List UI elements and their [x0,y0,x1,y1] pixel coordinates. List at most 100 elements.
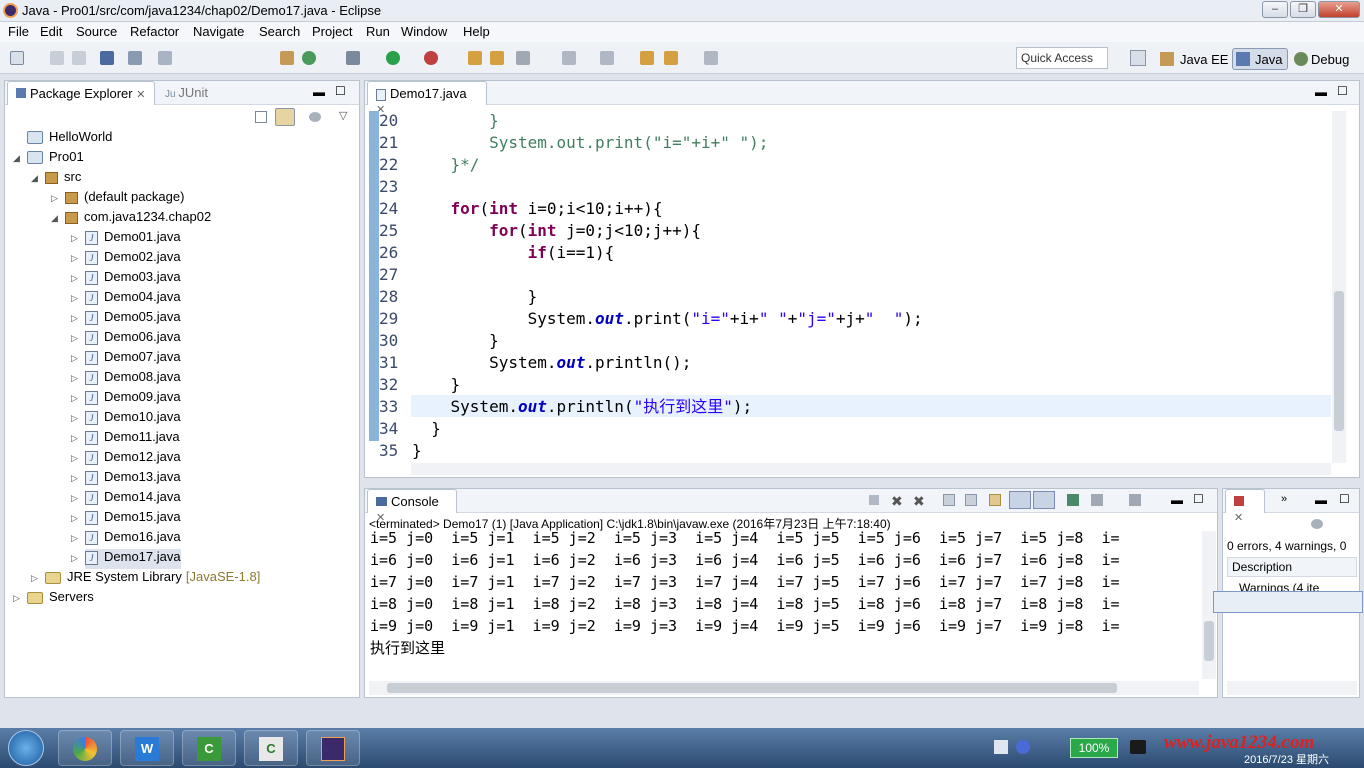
back-icon[interactable] [664,51,678,65]
editor-horizontal-scrollbar[interactable] [411,463,1331,475]
tree-item[interactable]: ▷ Servers [13,589,94,609]
tree-item[interactable]: ▷ J Demo02.java [71,249,181,269]
tree-item[interactable]: ▷ J Demo07.java [71,349,181,369]
expand-toggle-icon[interactable]: ▷ [71,313,78,324]
expand-toggle-icon[interactable]: ▷ [71,293,78,304]
last-edit-icon[interactable] [640,51,654,65]
close-button[interactable]: ✕ [1318,1,1360,18]
scrollbar-thumb[interactable] [1334,291,1344,431]
expand-toggle-icon[interactable]: ▷ [71,433,78,444]
console-icon[interactable] [100,51,114,65]
tab-junit[interactable]: Ju JUnit [157,81,216,105]
taskbar-app-browser[interactable] [58,730,112,766]
expand-toggle-icon[interactable]: ▷ [71,553,78,564]
tree-item[interactable]: ▷ J Demo12.java [71,449,181,469]
problems-horizontal-scrollbar[interactable] [1227,681,1357,695]
forward-icon[interactable] [704,51,718,65]
menu-refactor[interactable]: Refactor [130,24,179,39]
save-icon[interactable] [50,51,64,65]
maximize-button[interactable]: ❐ [1290,1,1316,18]
link-editor-icon[interactable] [275,108,295,126]
perspective-java-ee[interactable]: Java EE [1180,52,1228,67]
run-icon[interactable] [386,51,400,65]
expand-toggle-icon[interactable]: ▷ [71,333,78,344]
menu-window[interactable]: Window [401,24,447,39]
expand-toggle-icon[interactable]: ▷ [71,253,78,264]
expand-toggle-icon[interactable]: ▷ [71,533,78,544]
taskbar-app-camtasia-2[interactable]: C [244,730,298,766]
expand-toggle-icon[interactable]: ▷ [71,393,78,404]
open-console-icon[interactable] [1129,494,1141,506]
expand-toggle-icon[interactable]: ▷ [71,513,78,524]
expand-toggle-icon[interactable]: ◢ [31,173,38,184]
minimize-button[interactable]: – [1262,1,1288,18]
tree-item[interactable]: ▷ J Demo01.java [71,229,181,249]
clock-date[interactable]: 2016/7/23 星期六 [1244,751,1329,767]
perspective-debug[interactable]: Debug [1311,52,1349,67]
expand-toggle-icon[interactable]: ▷ [71,233,78,244]
new-icon[interactable] [10,51,24,65]
tree-item[interactable]: ▷ J Demo04.java [71,289,181,309]
console-horizontal-scrollbar[interactable] [369,681,1199,695]
more-views-icon[interactable]: » [1281,493,1287,505]
expand-toggle-icon[interactable]: ◢ [13,153,20,164]
battery-indicator[interactable]: 100% [1070,738,1118,758]
maximize-view-icon[interactable]: ☐ [1193,492,1204,506]
tree-item[interactable]: ▷ J Demo03.java [71,269,181,289]
expand-toggle-icon[interactable]: ▷ [31,573,38,584]
tree-item[interactable]: ▷ J Demo11.java [71,429,180,449]
quick-access-input[interactable]: Quick Access [1016,47,1108,69]
expand-toggle-icon[interactable]: ◢ [51,213,58,224]
expand-toggle-icon[interactable]: ▷ [71,473,78,484]
tree-item[interactable]: ◢ Pro01 [13,149,84,169]
close-icon[interactable]: ✕ [136,89,145,101]
code-area[interactable]: 20 } 21 System.out.print("i="+i+" "); 22… [365,110,1330,462]
tab-problems[interactable]: ✕ [1225,489,1265,524]
maximize-view-icon[interactable]: ☐ [335,84,346,98]
save-all-icon[interactable] [72,51,86,65]
tree-item[interactable]: ▷ (default package) [51,189,184,209]
tree-item[interactable]: ▷ J Demo05.java [71,309,181,329]
scroll-lock-icon[interactable] [965,494,977,506]
chevron-down-icon[interactable]: ▽ [339,109,347,122]
tree-item[interactable]: ▷ J Demo13.java [71,469,181,489]
new-server-icon[interactable] [280,51,294,65]
open-perspective-icon[interactable] [1130,50,1146,66]
skip-breakpoints-icon[interactable] [128,51,142,65]
close-icon[interactable]: ✕ [1234,512,1243,524]
scrollbar-thumb[interactable] [387,683,1117,693]
tree-item[interactable]: ▷ J Demo09.java [71,389,181,409]
minimize-view-icon[interactable]: ▬ [1315,493,1327,507]
ime-toolbar[interactable] [1213,591,1363,613]
expand-toggle-icon[interactable]: ▷ [71,353,78,364]
view-menu-icon[interactable] [309,112,321,122]
maximize-view-icon[interactable]: ☐ [1337,84,1348,98]
expand-toggle-icon[interactable]: ▷ [71,273,78,284]
tree-item[interactable]: ◢ src [31,169,81,189]
clear-console-icon[interactable] [943,494,955,506]
tree-item[interactable]: ▷ JRE System Library [JavaSE-1.8] [31,569,260,589]
external-tools-icon[interactable] [424,51,438,65]
tab-package-explorer[interactable]: Package Explorer ✕ [7,81,155,105]
remove-all-icon[interactable]: ✖ [913,493,925,510]
tree-item[interactable]: ▷ J Demo10.java [71,409,181,429]
maximize-view-icon[interactable]: ☐ [1339,492,1350,506]
tab-console[interactable]: Console ✕ [367,489,457,524]
open-folder-icon[interactable] [490,51,504,65]
menu-project[interactable]: Project [312,24,352,39]
tree-item[interactable]: ▷ J Demo08.java [71,369,181,389]
menu-edit[interactable]: Edit [40,24,62,39]
tree-item[interactable]: ▷ J Demo16.java [71,529,181,549]
minimize-view-icon[interactable]: ▬ [1171,493,1183,507]
taskbar-app-word[interactable]: W [120,730,174,766]
menu-navigate[interactable]: Navigate [193,24,244,39]
minimize-view-icon[interactable]: ▬ [313,85,325,99]
collapse-all-icon[interactable] [255,111,267,123]
display-console-icon[interactable] [1091,494,1103,506]
next-annotation-icon[interactable] [562,51,576,65]
expand-toggle-icon[interactable]: ▷ [71,493,78,504]
help-icon[interactable] [1016,740,1030,754]
expand-toggle-icon[interactable]: ▷ [71,373,78,384]
menu-help[interactable]: Help [463,24,490,39]
show-stderr-icon[interactable] [1033,491,1055,509]
